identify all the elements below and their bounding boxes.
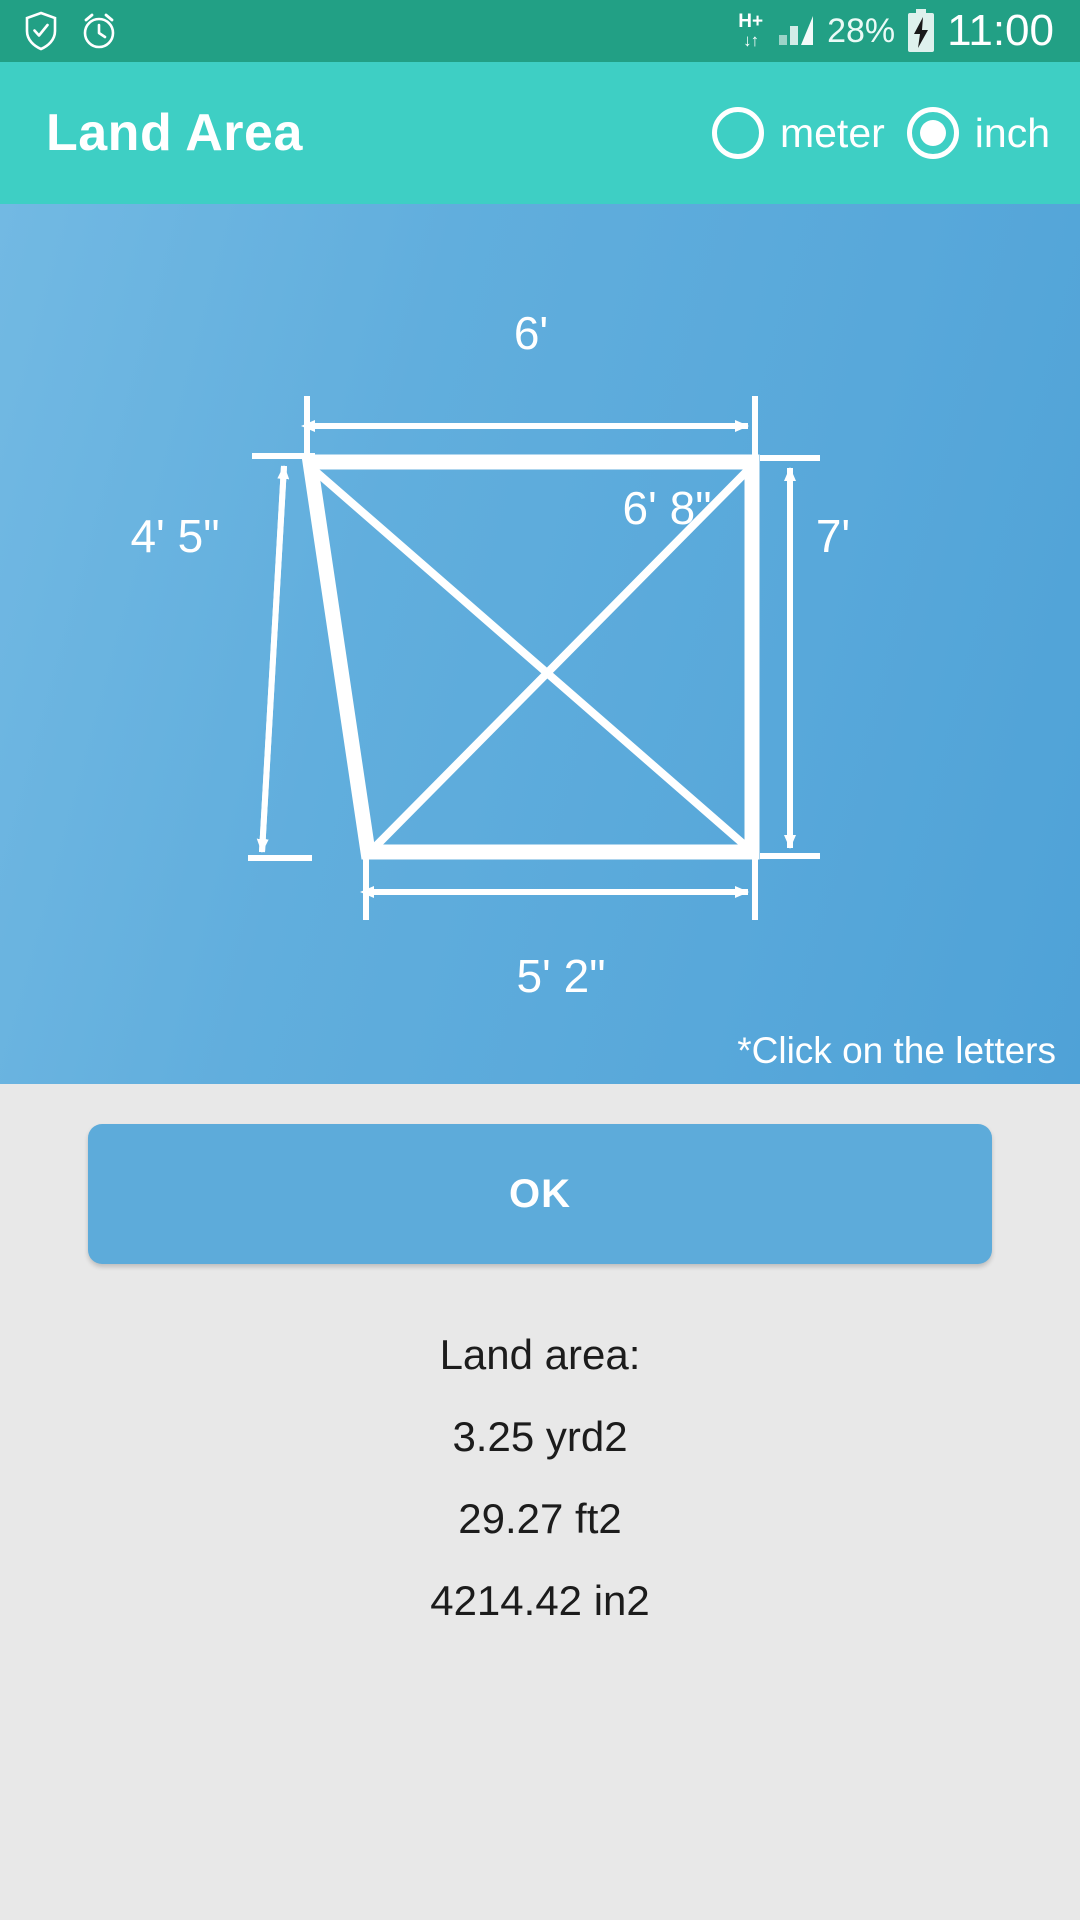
page-title: Land Area [46, 104, 303, 162]
results-list: Land area: 3.25 yrd2 29.27 ft2 4214.42 i… [0, 1314, 1080, 1642]
signal-bars-icon [779, 16, 814, 45]
results-panel: OK Land area: 3.25 yrd2 29.27 ft2 4214.4… [0, 1084, 1080, 1920]
unit-radio-group: meter inch [711, 107, 1050, 159]
status-bar-clock: 11:00 [947, 6, 1054, 55]
label-right-side[interactable]: 7' [816, 510, 850, 562]
radio-option-meter[interactable]: meter [711, 107, 885, 159]
status-bar: H+ ↓↑ 28% 11:00 [0, 0, 1080, 62]
alarm-clock-icon [83, 13, 115, 49]
radio-dot [919, 120, 946, 146]
shield-check-icon [25, 11, 57, 51]
dimension-left [248, 453, 315, 861]
label-bottom-side[interactable]: 5' 2" [516, 950, 605, 1002]
app-bar: Land Area meter inch [0, 62, 1080, 204]
result-value-foot: 29.27 ft2 [458, 1495, 622, 1542]
land-shape-svg: 6' 4' 5" 7' 5' 2" 6' 8" [130, 307, 850, 1002]
label-left-side[interactable]: 4' 5" [130, 510, 219, 562]
diagram-hint-text: *Click on the letters [737, 1030, 1056, 1071]
label-top-side[interactable]: 6' [514, 307, 548, 359]
dimension-top [301, 396, 758, 457]
data-transfer-icon: ↓↑ [743, 31, 759, 50]
ok-button[interactable]: OK [88, 1124, 992, 1264]
radio-label-meter: meter [779, 109, 885, 156]
battery-charging-icon [908, 9, 935, 52]
network-type-indicator: H+ ↓↑ [738, 12, 763, 50]
radio-circle-meter-icon [711, 107, 764, 159]
status-bar-right-icons: H+ ↓↑ 28% 11:00 [738, 6, 1054, 56]
results-heading: Land area: [439, 1331, 641, 1378]
result-value-yard: 3.25 yrd2 [452, 1413, 628, 1460]
radio-label-inch: inch [974, 109, 1050, 156]
dimension-right [760, 455, 820, 859]
radio-circle-inch-icon [906, 107, 959, 159]
result-value-inch: 4214.42 in2 [430, 1577, 650, 1624]
battery-percent-label: 28% [827, 11, 896, 50]
radio-option-inch[interactable]: inch [906, 107, 1050, 159]
status-bar-left-icons [24, 11, 118, 51]
network-type-label: H+ [738, 11, 764, 32]
dimension-bottom [360, 858, 758, 920]
land-shape-diagram[interactable]: 6' 4' 5" 7' 5' 2" 6' 8" *Click on the le… [0, 204, 1080, 1084]
label-diagonal[interactable]: 6' 8" [622, 482, 711, 534]
